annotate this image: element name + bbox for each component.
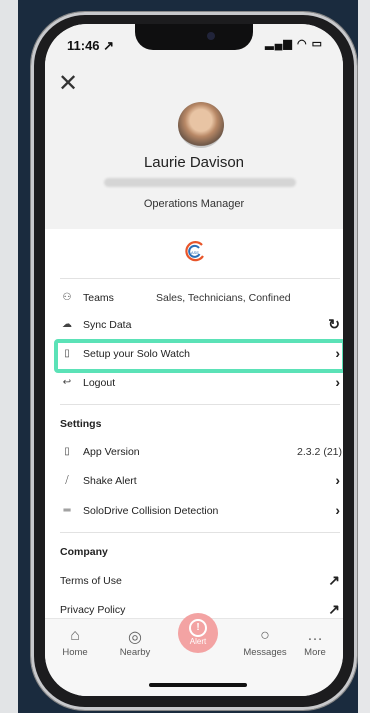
logout-icon: ↩ bbox=[62, 377, 72, 388]
phone-screen: ✕ Laurie Davison Operations Manager 11:4… bbox=[45, 24, 343, 696]
close-icon[interactable]: ✕ bbox=[58, 72, 78, 96]
phone-icon: ▯ bbox=[64, 446, 70, 457]
settings-row-shake-alert[interactable]: ⧸ Shake Alert › bbox=[60, 469, 342, 495]
settings-row-solodrive[interactable]: ═ SoloDrive Collision Detection › bbox=[60, 499, 342, 525]
settings-label-app-version: App Version bbox=[83, 446, 140, 458]
location-icon: ◎ bbox=[128, 629, 142, 646]
more-icon: … bbox=[307, 627, 323, 644]
menu-row-sync-data[interactable]: ☁ Sync Data ↻ bbox=[60, 313, 342, 339]
app-version-value: 2.3.2 (21) bbox=[297, 446, 342, 458]
tab-nearby[interactable]: ◎ Nearby bbox=[105, 627, 165, 658]
tab-home[interactable]: ⌂ Home bbox=[45, 627, 105, 658]
home-indicator bbox=[149, 683, 247, 687]
cloud-icon: ☁ bbox=[62, 319, 72, 330]
company-row-terms[interactable]: Terms of Use ↗ bbox=[60, 569, 342, 595]
menu-label-teams: Teams bbox=[83, 292, 114, 304]
home-icon: ⌂ bbox=[70, 627, 80, 644]
divider bbox=[60, 278, 340, 279]
company-title: Company bbox=[60, 546, 108, 558]
menu-label-sync-data: Sync Data bbox=[83, 319, 132, 331]
chevron-right-icon: › bbox=[335, 374, 340, 390]
background-right bbox=[358, 0, 370, 713]
tab-more-label: More bbox=[304, 647, 326, 658]
menu-row-teams[interactable]: ⚇ Teams Sales, Technicians, Confined bbox=[60, 286, 342, 312]
company-label-terms: Terms of Use bbox=[60, 575, 122, 587]
divider bbox=[60, 532, 340, 533]
camera-icon bbox=[207, 32, 215, 40]
alert-label: Alert bbox=[189, 637, 207, 646]
svg-text:ASE: ASE bbox=[191, 250, 199, 255]
company-label-privacy: Privacy Policy bbox=[60, 604, 126, 616]
external-link-icon: ↗ bbox=[328, 572, 340, 588]
alert-button[interactable]: ! Alert bbox=[178, 613, 218, 653]
chevron-right-icon: › bbox=[335, 472, 340, 488]
settings-row-app-version: ▯ App Version 2.3.2 (21) bbox=[60, 440, 342, 466]
car-icon: ═ bbox=[63, 505, 71, 516]
alert-icon: ! bbox=[189, 619, 207, 637]
tab-messages-label: Messages bbox=[243, 647, 287, 658]
tab-home-label: Home bbox=[62, 647, 88, 658]
menu-label-logout: Logout bbox=[83, 377, 116, 389]
profile-name: Laurie Davison bbox=[143, 154, 245, 171]
divider bbox=[60, 404, 340, 405]
sync-icon[interactable]: ↻ bbox=[328, 316, 340, 333]
chevron-right-icon: › bbox=[335, 502, 340, 518]
company-logo: ASE bbox=[185, 241, 204, 262]
menu-row-logout[interactable]: ↩ Logout › bbox=[60, 371, 342, 397]
tab-more[interactable]: … More bbox=[285, 627, 343, 658]
teams-icon: ⚇ bbox=[62, 292, 72, 303]
setup-watch-highlight bbox=[54, 339, 343, 373]
settings-label-solodrive: SoloDrive Collision Detection bbox=[83, 505, 219, 517]
notch bbox=[135, 24, 253, 50]
settings-title: Settings bbox=[60, 418, 102, 430]
external-link-icon: ↗ bbox=[328, 601, 340, 617]
avatar bbox=[178, 102, 224, 148]
background-left bbox=[0, 0, 18, 713]
status-time: 11:46 ↗ bbox=[67, 38, 115, 53]
profile-role: Operations Manager bbox=[143, 198, 245, 210]
status-icons: ▂▄▆ ◠ ▭ bbox=[265, 38, 323, 50]
tab-nearby-label: Nearby bbox=[119, 647, 151, 658]
shake-icon: ⧸ bbox=[65, 475, 69, 486]
profile-email-blurred bbox=[104, 178, 296, 187]
settings-label-shake-alert: Shake Alert bbox=[83, 475, 137, 487]
teams-value: Sales, Technicians, Confined bbox=[156, 292, 291, 304]
